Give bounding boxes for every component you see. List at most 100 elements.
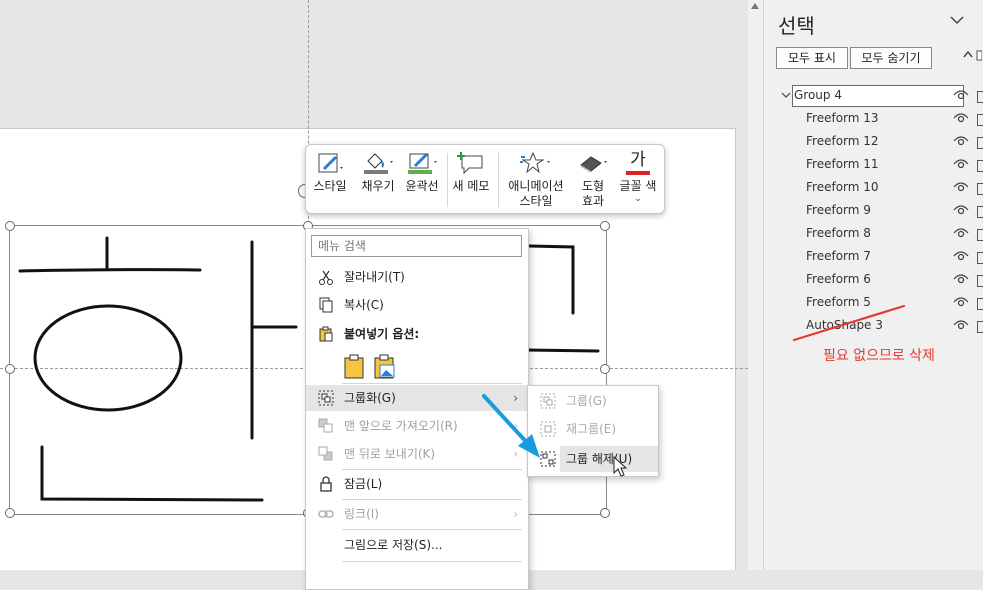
- pane-row-item[interactable]: Freeform 8: [764, 222, 983, 245]
- toolbar-separator: [447, 153, 448, 207]
- bring-forward-arrow-icon[interactable]: [962, 48, 982, 62]
- pane-row-label: Group 4: [794, 88, 842, 102]
- eye-visibility-icon[interactable]: [953, 112, 969, 124]
- pane-row-item[interactable]: Freeform 6: [764, 268, 983, 291]
- fill-button[interactable]: 채우기: [358, 149, 398, 194]
- outline-button[interactable]: 윤곽선: [402, 149, 442, 194]
- shape-effects-button[interactable]: 도형 효과: [574, 149, 612, 209]
- animation-style-button[interactable]: 애니메이션 스타일: [504, 149, 568, 209]
- lock-toggle-icon[interactable]: [977, 298, 983, 310]
- pane-row-item[interactable]: Freeform 12: [764, 130, 983, 153]
- lock-toggle-icon[interactable]: [977, 275, 983, 287]
- lock-toggle-icon[interactable]: [977, 183, 983, 195]
- submenu-item-group-label: 그룹(G): [566, 394, 607, 408]
- resize-handle-bottom-left[interactable]: [5, 508, 15, 518]
- menu-item-copy[interactable]: 복사(C): [306, 292, 528, 318]
- eye-visibility-icon[interactable]: [953, 319, 969, 331]
- eye-visibility-icon[interactable]: [953, 89, 969, 101]
- resize-handle-bottom-right[interactable]: [600, 508, 610, 518]
- menu-item-link[interactable]: 링크(I) ›: [306, 501, 528, 527]
- style-label: 스타일: [313, 179, 347, 193]
- menu-separator: [342, 561, 522, 562]
- font-color-glyph: 가: [630, 150, 646, 170]
- paste-keep-source-icon: [344, 354, 364, 379]
- pane-row-item[interactable]: Freeform 7: [764, 245, 983, 268]
- show-all-button[interactable]: 모두 표시: [776, 47, 848, 69]
- menu-search-input[interactable]: [311, 235, 522, 257]
- pane-splitter[interactable]: [748, 0, 763, 570]
- pane-title: 선택: [778, 14, 815, 38]
- pane-row-item[interactable]: Freeform 10: [764, 176, 983, 199]
- scroll-up-arrow-icon[interactable]: [750, 2, 760, 10]
- hide-all-button[interactable]: 모두 숨기기: [850, 47, 932, 69]
- menu-item-paste-options: 붙여넣기 옵션:: [306, 321, 528, 347]
- mini-toolbar: 스타일 채우기 윤곽선 새 메모 애니메이션 스타일 도형 효과 가 글꼴 색 …: [305, 144, 665, 214]
- lock-toggle-icon[interactable]: [977, 229, 983, 241]
- style-button[interactable]: 스타일: [312, 149, 348, 194]
- new-comment-button[interactable]: 새 메모: [449, 149, 493, 194]
- font-color-bar: [626, 171, 650, 175]
- lock-toggle-icon[interactable]: [977, 91, 983, 103]
- pane-row-label: Freeform 7: [806, 249, 871, 263]
- lock-toggle-icon[interactable]: [977, 114, 983, 126]
- resize-handle-left[interactable]: [5, 364, 15, 374]
- chevron-down-icon: ⌄: [634, 194, 642, 204]
- outline-label: 윤곽선: [405, 179, 439, 193]
- pane-row-item[interactable]: Freeform 9: [764, 199, 983, 222]
- fill-label: 채우기: [361, 179, 395, 193]
- menu-item-copy-label: 복사(C): [344, 298, 384, 312]
- eye-visibility-icon[interactable]: [953, 181, 969, 193]
- resize-handle-right[interactable]: [600, 364, 610, 374]
- pane-row-label: Freeform 11: [806, 157, 879, 171]
- eye-visibility-icon[interactable]: [953, 273, 969, 285]
- chevron-down-icon[interactable]: [780, 84, 792, 107]
- eye-visibility-icon[interactable]: [953, 204, 969, 216]
- eye-visibility-icon[interactable]: [953, 158, 969, 170]
- paint-bucket-icon: [364, 153, 393, 174]
- pane-row-group[interactable]: Group 4: [780, 84, 983, 107]
- submenu-item-regroup-label: 재그룹(E): [566, 422, 617, 436]
- pane-row-label: Freeform 6: [806, 272, 871, 286]
- menu-item-lock-label: 잠금(L): [344, 477, 383, 491]
- menu-item-send-to-back-label: 맨 뒤로 보내기(K): [344, 447, 436, 461]
- eye-visibility-icon[interactable]: [953, 227, 969, 239]
- menu-item-save-as-picture[interactable]: 그림으로 저장(S)...: [306, 532, 528, 558]
- new-comment-icon: [457, 152, 483, 175]
- toolbar-separator: [498, 153, 499, 207]
- mouse-pointer-icon: [613, 456, 628, 477]
- blue-arrow-annotation: [482, 394, 540, 458]
- new-comment-label: 새 메모: [452, 179, 490, 193]
- pane-row-label: Freeform 13: [806, 111, 879, 125]
- resize-handle-top-left[interactable]: [5, 221, 15, 231]
- menu-item-lock[interactable]: 잠금(L): [306, 471, 528, 497]
- lock-toggle-icon[interactable]: [977, 160, 983, 172]
- clipboard-icon: [319, 326, 333, 342]
- pane-row-label: Freeform 10: [806, 180, 879, 194]
- eye-visibility-icon[interactable]: [953, 135, 969, 147]
- menu-item-cut[interactable]: 잘라내기(T): [306, 264, 528, 290]
- menu-separator: [342, 499, 522, 500]
- eye-visibility-icon[interactable]: [953, 296, 969, 308]
- lock-toggle-icon[interactable]: [977, 252, 983, 264]
- lock-toggle-icon[interactable]: [977, 137, 983, 149]
- eye-visibility-icon[interactable]: [953, 250, 969, 262]
- annotation-text: 필요 없으므로 삭제: [823, 348, 935, 364]
- scissors-icon: [319, 270, 333, 285]
- red-strike-annotation: [792, 304, 906, 342]
- shape-effects-label-line2: 효과: [581, 194, 605, 208]
- animation-style-label-line2: 스타일: [519, 194, 553, 208]
- pane-row-label: Freeform 9: [806, 203, 871, 217]
- lock-toggle-icon[interactable]: [977, 206, 983, 218]
- copy-icon: [319, 297, 333, 313]
- pane-row-label: Freeform 12: [806, 134, 879, 148]
- submenu-item-ungroup[interactable]: 그룹 해제(U): [540, 446, 658, 472]
- pane-row-item[interactable]: Freeform 13: [764, 107, 983, 130]
- lock-toggle-icon[interactable]: [977, 321, 983, 333]
- resize-handle-top-right[interactable]: [600, 221, 610, 231]
- pane-row-item[interactable]: Freeform 11: [764, 153, 983, 176]
- menu-item-cut-label: 잘라내기(T): [344, 270, 405, 284]
- animation-style-label-line1: 애니메이션: [508, 179, 564, 193]
- menu-separator: [342, 383, 522, 384]
- font-color-button[interactable]: 가 글꼴 색 ⌄: [616, 149, 660, 204]
- chevron-down-icon[interactable]: [949, 14, 965, 26]
